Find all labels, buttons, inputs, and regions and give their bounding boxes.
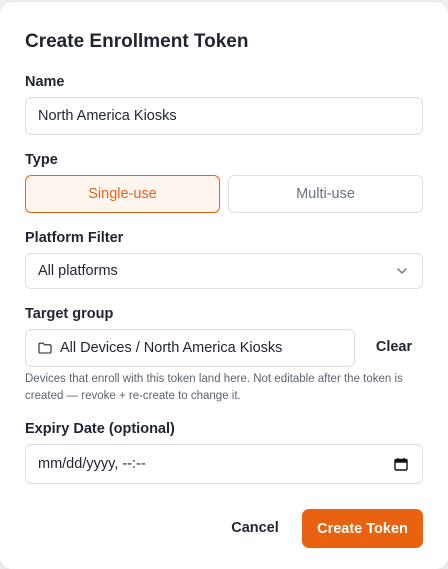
type-label: Type — [25, 152, 58, 168]
target-group-label: Target group — [25, 306, 114, 322]
name-label: Name — [25, 74, 65, 90]
expiry-date-placeholder: mm/dd/yyyy, --:-- — [38, 456, 146, 472]
name-input-value: North America Kiosks — [38, 108, 177, 124]
platform-filter-label: Platform Filter — [25, 230, 124, 246]
clear-target-button[interactable]: Clear — [366, 336, 422, 358]
calendar-icon[interactable] — [394, 457, 408, 471]
target-group-value: All Devices / North America Kiosks — [60, 340, 283, 356]
target-group-field[interactable]: All Devices / North America Kiosks — [25, 329, 355, 367]
type-option-multi-use[interactable]: Multi-use — [228, 175, 423, 213]
dialog-title: Create Enrollment Token — [25, 31, 249, 52]
chevron-down-icon — [397, 268, 407, 274]
platform-filter-select[interactable]: All platforms — [25, 253, 423, 289]
platform-filter-value: All platforms — [38, 263, 118, 279]
type-option-single-use[interactable]: Single-use — [25, 175, 220, 213]
folder-icon — [38, 342, 52, 354]
cancel-button[interactable]: Cancel — [222, 509, 288, 547]
name-input[interactable]: North America Kiosks — [25, 97, 423, 135]
target-group-help-text: Devices that enroll with this token land… — [25, 373, 403, 402]
create-enrollment-token-dialog: Create Enrollment Token Name North Ameri… — [0, 2, 448, 569]
expiry-date-label: Expiry Date (optional) — [25, 421, 175, 437]
create-token-button[interactable]: Create Token — [302, 509, 423, 548]
expiry-date-input[interactable]: mm/dd/yyyy, --:-- — [25, 444, 423, 484]
